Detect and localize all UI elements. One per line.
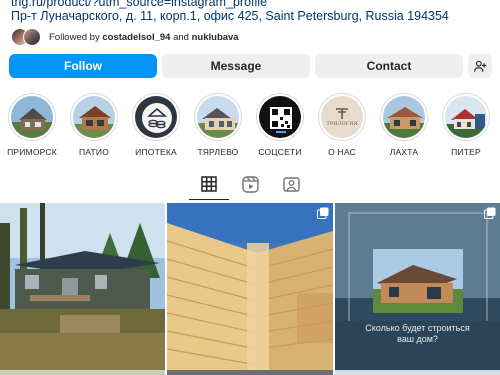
reels-icon xyxy=(241,176,259,193)
trilogy-logo-icon xyxy=(336,108,348,119)
highlight-label: О НАС xyxy=(328,147,356,157)
carousel-icon xyxy=(484,207,496,219)
profile-link[interactable]: trig.ru/product/?utm_source=instagram_pr… xyxy=(11,0,267,9)
post-image-house-banner xyxy=(335,203,500,371)
suggested-users-button[interactable] xyxy=(468,54,492,78)
highlight-label: ПИТЕР xyxy=(451,147,481,157)
highlight-cover xyxy=(259,96,301,138)
post-tile[interactable]: Сколько будет строиться ваш дом? xyxy=(335,203,500,371)
profile-actions: Follow Message Contact xyxy=(9,54,492,78)
post-tile[interactable] xyxy=(0,203,165,371)
carousel-icon xyxy=(317,207,329,219)
post-image-log-walls xyxy=(167,203,333,371)
highlight-cover xyxy=(445,96,487,138)
highlight-cover xyxy=(197,96,239,138)
highlight-socseti[interactable]: СОЦСЕТИ xyxy=(248,93,312,157)
profile-tabs xyxy=(0,172,500,200)
highlight-cover xyxy=(135,96,177,138)
highlight-cover xyxy=(383,96,425,138)
highlight-ipoteka[interactable]: ИПОТЕКА xyxy=(124,93,188,157)
followed-prefix: Followed by xyxy=(49,31,103,43)
add-person-icon xyxy=(474,60,487,72)
tab-reels[interactable] xyxy=(230,172,270,200)
highlight-cover xyxy=(73,96,115,138)
grid-icon xyxy=(201,176,217,192)
highlight-patio[interactable]: ПАТИО xyxy=(62,93,126,157)
contact-button[interactable]: Contact xyxy=(315,54,463,78)
follow-button[interactable]: Follow xyxy=(9,54,157,78)
follower-username-1[interactable]: costadelsol_94 xyxy=(102,32,170,43)
highlight-cover: ТРИЛОГИЯ xyxy=(321,96,363,138)
highlight-label: ПАТИО xyxy=(78,147,110,157)
highlight-label: ПРИМОРСК xyxy=(7,147,57,157)
highlight-label: ИПОТЕКА xyxy=(135,147,177,157)
profile-address[interactable]: Пр-т Луначарского, д. 11, корп.1, офис 4… xyxy=(11,9,449,23)
highlight-piter[interactable]: ПИТЕР xyxy=(434,93,498,157)
followed-by-text: Followed by costadelsol_94 and nuklubava xyxy=(49,32,239,43)
post-tile-next-row[interactable] xyxy=(167,370,333,375)
followed-by[interactable]: Followed by costadelsol_94 and nuklubava xyxy=(11,27,239,47)
post-caption: Сколько будет строиться ваш дом? xyxy=(365,323,470,344)
highlight-o-nas[interactable]: ТРИЛОГИЯ О НАС xyxy=(310,93,374,157)
highlight-label: ТЯРЛЕВО xyxy=(197,147,239,157)
follower-avatars xyxy=(11,28,43,46)
story-highlights: ПРИМОРСК ПАТИО ИПОТЕКА ТЯРЛЕВО СОЦСЕТИ Т… xyxy=(0,93,500,159)
highlight-label: СОЦСЕТИ xyxy=(258,147,302,157)
highlight-primorsk[interactable]: ПРИМОРСК xyxy=(0,93,64,157)
avatar xyxy=(23,28,41,46)
post-tile[interactable] xyxy=(167,203,333,371)
tab-posts[interactable] xyxy=(189,172,229,200)
follower-username-2[interactable]: nuklubava xyxy=(192,32,239,43)
post-tile-next-row[interactable] xyxy=(335,370,500,375)
tagged-icon xyxy=(282,177,300,192)
mortgage-icon xyxy=(135,96,177,138)
followed-and: and xyxy=(170,31,192,43)
tab-tagged[interactable] xyxy=(271,172,311,200)
posts-grid: Сколько будет строиться ваш дом? xyxy=(0,203,500,375)
message-button[interactable]: Message xyxy=(162,54,310,78)
highlight-label: ЛАХТА xyxy=(389,147,419,157)
highlight-tyarlevo[interactable]: ТЯРЛЕВО xyxy=(186,93,250,157)
post-image-house-forest xyxy=(0,203,165,371)
post-tile-next-row[interactable] xyxy=(0,370,165,375)
logo-text: ТРИЛОГИЯ xyxy=(326,121,358,127)
qr-code-icon xyxy=(259,96,301,138)
highlight-cover xyxy=(11,96,53,138)
highlight-lakhta[interactable]: ЛАХТА xyxy=(372,93,436,157)
